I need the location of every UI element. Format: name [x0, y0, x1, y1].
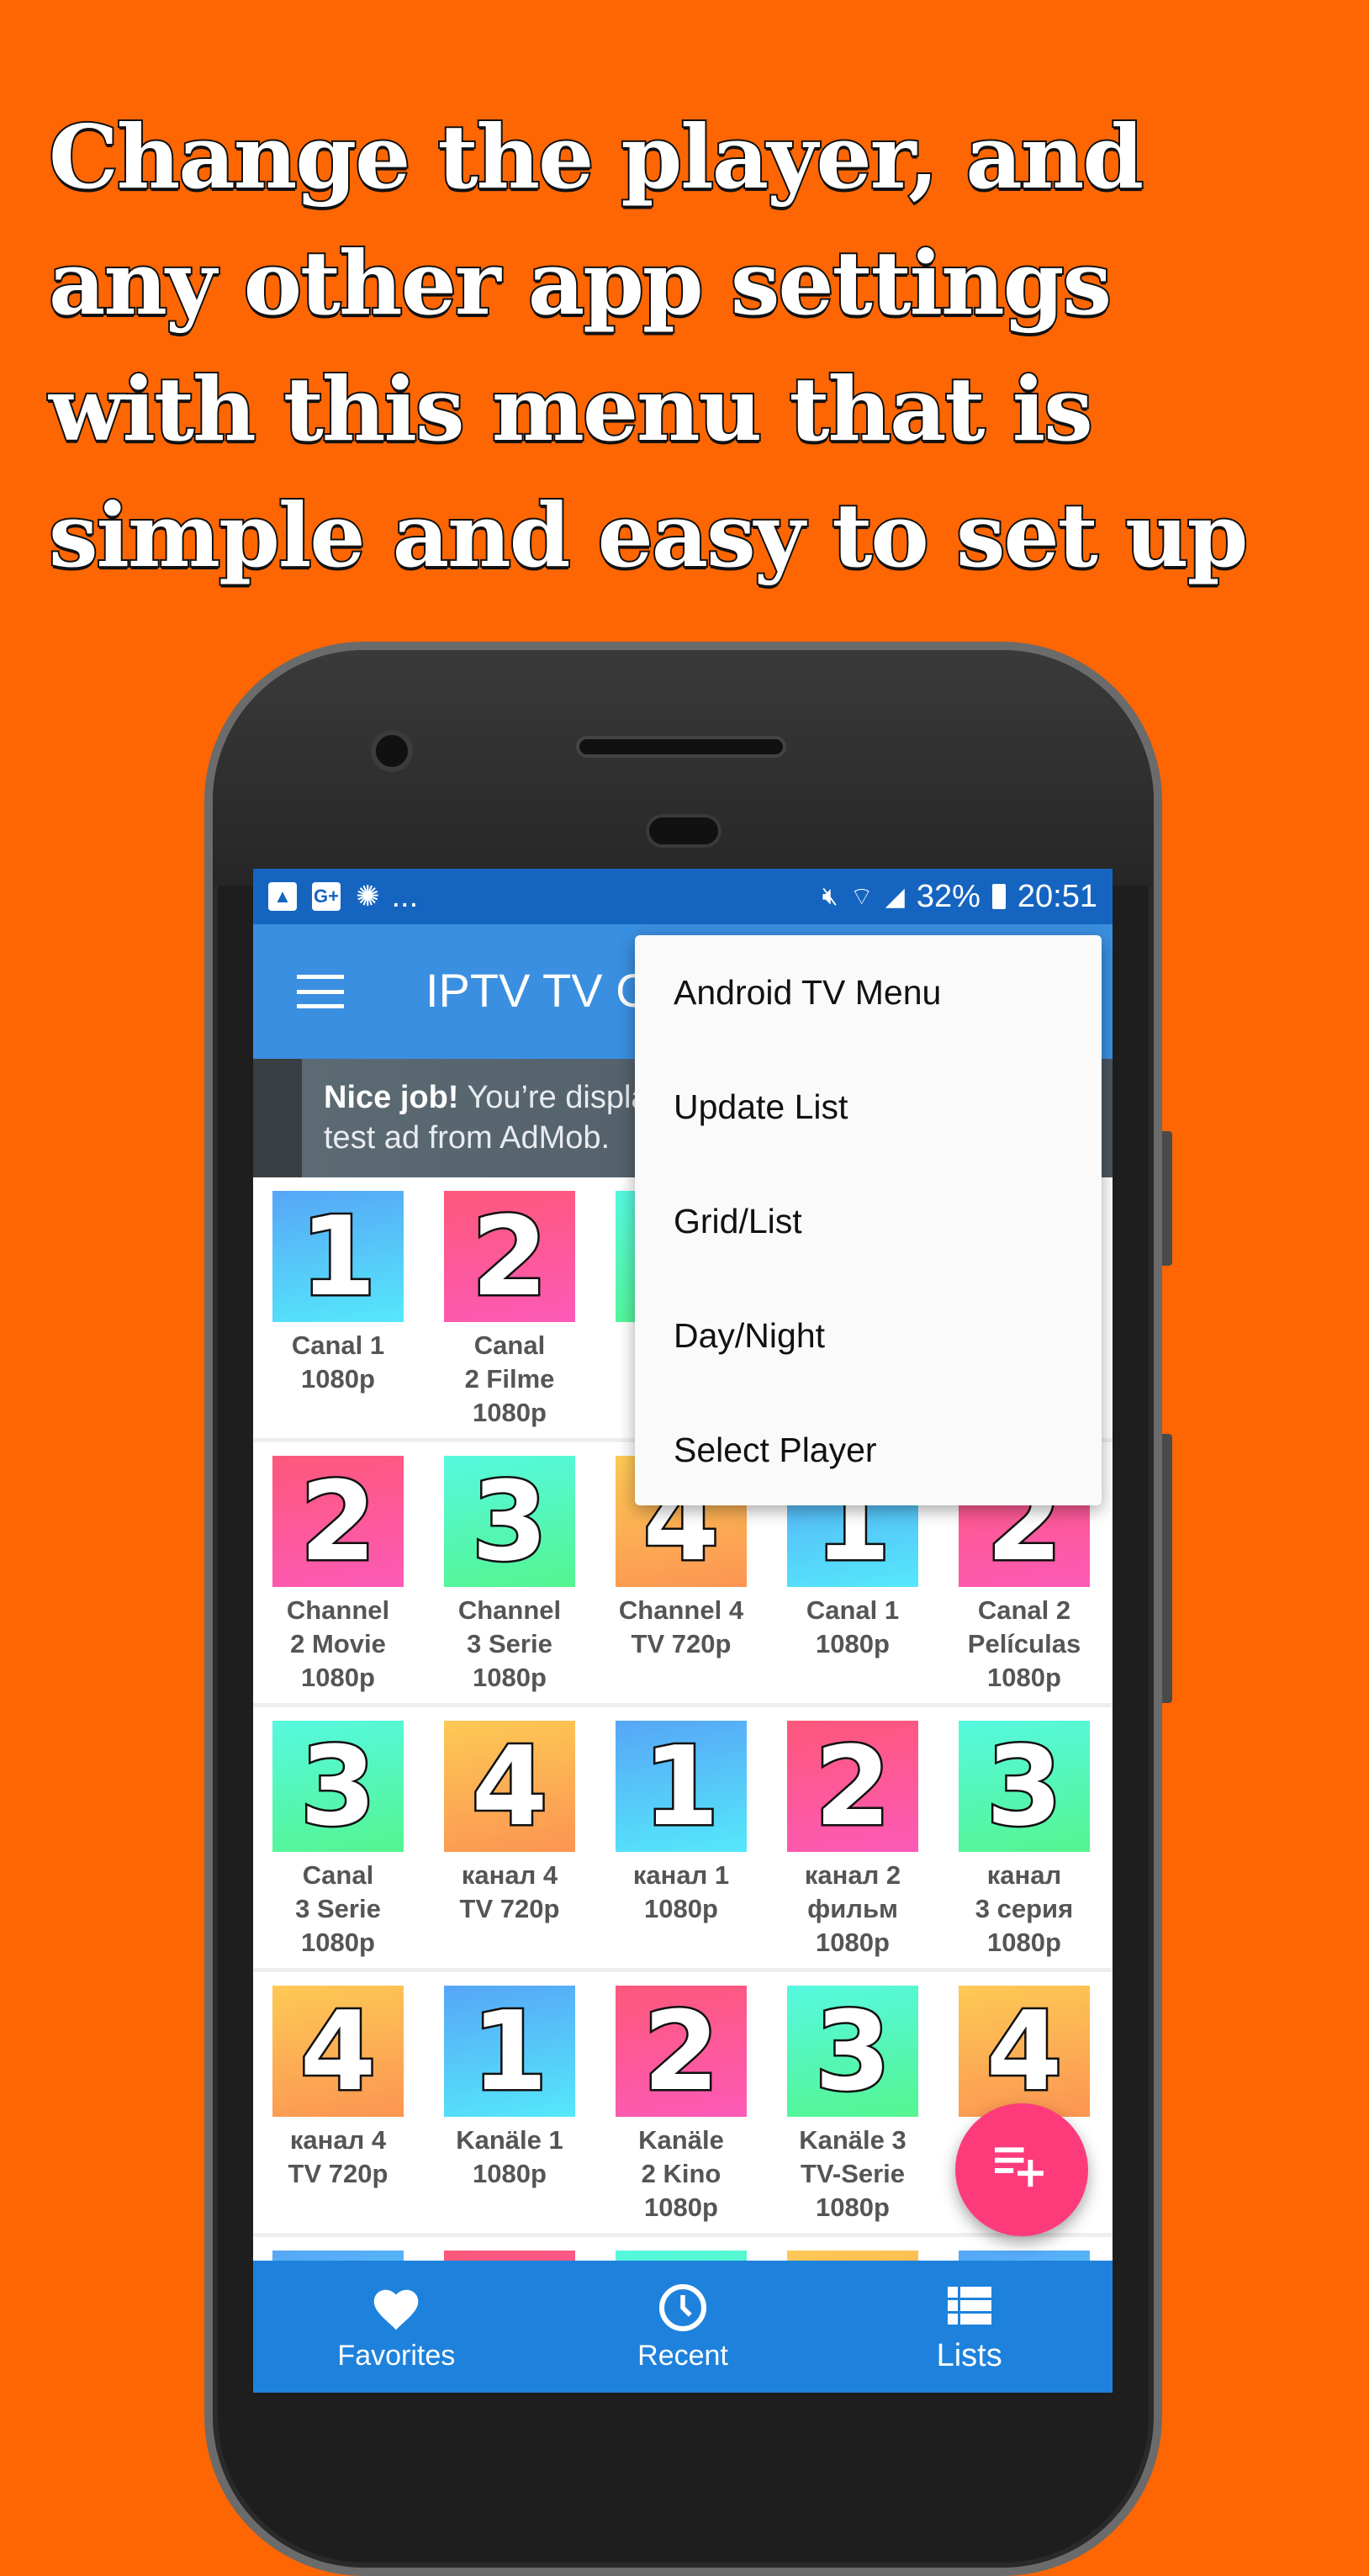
channel-thumbnail: 2 [616, 1986, 747, 2118]
menu-item-grid-list[interactable]: Grid/List [635, 1164, 1102, 1278]
image-icon: ▲ [268, 882, 297, 911]
google-plus-icon: G+ [312, 882, 341, 911]
hamburger-icon[interactable] [297, 975, 344, 1008]
playlist-add-icon [995, 2146, 1049, 2193]
channel-label: Canal 1 1080p [291, 1330, 385, 1394]
channel-thumbnail: 4 [272, 1986, 404, 2118]
channel-thumbnail: 2 [787, 1721, 918, 1853]
battery-charging-icon [991, 884, 1006, 909]
headline-line: any other app settings [47, 230, 1113, 336]
channel-item[interactable]: 4 канал 4 TV 720p [272, 1986, 404, 2191]
channel-item[interactable]: 2 Canal 2 Filme 1080p [444, 1191, 575, 1430]
sync-app-icon: ✺ [356, 881, 380, 912]
channel-thumbnail: 2 [444, 1191, 575, 1323]
list-icon [947, 2279, 991, 2333]
channel-label: Kanäle 1 1080p [456, 2125, 563, 2188]
phone-top-bezel [213, 650, 1154, 886]
channel-item[interactable]: 1 Kanäle 1 1080p [444, 1986, 575, 2191]
channel-thumbnail: 3 [272, 1721, 404, 1853]
headline-line: with this menu that is [47, 356, 1095, 463]
headline: Change the player, and any other app set… [47, 94, 1361, 599]
signal-icon: ◢ [885, 882, 905, 911]
menu-item-update-list[interactable]: Update List [635, 1050, 1102, 1164]
channel-label: Canal 3 Serie 1080p [295, 1860, 381, 1957]
channel-item[interactable]: 2 Channel 2 Movie 1080p [272, 1456, 404, 1695]
more-notifications: ... [391, 878, 419, 914]
status-bar: ▲ G+ ✺ ... 🔇︎ ⌔ ◢ 32% 20:51 [253, 869, 1113, 924]
add-playlist-fab[interactable] [955, 2103, 1088, 2236]
channel-item[interactable]: 2 канал 2 фильм 1080p [787, 1721, 918, 1960]
nav-favorites-label: Favorites [337, 2340, 456, 2372]
channel-thumbnail: 1 [272, 1191, 404, 1323]
channel-label: канал 1 1080p [632, 1860, 730, 1923]
app-title: IPTV TV C [426, 964, 650, 1017]
channel-label: Channel 3 Serie 1080p [457, 1595, 562, 1692]
channel-label: Canal 2 Películas 1080p [967, 1595, 1081, 1692]
menu-item-day-night[interactable]: Day/Night [635, 1278, 1102, 1393]
channel-thumbnail: 3 [959, 1721, 1090, 1853]
channel-label: канал 4 TV 720p [288, 2125, 388, 2188]
headline-line: simple and easy to set up [47, 482, 1250, 589]
channel-label: Kanäle 3 TV-Serie 1080p [799, 2125, 906, 2222]
bottom-navigation: Favorites Recent Lists [253, 2261, 1113, 2393]
channel-thumbnail: 1 [444, 1986, 575, 2118]
channel-label: Canal 2 Filme 1080p [464, 1330, 555, 1427]
channel-thumbnail: 4 [959, 1986, 1090, 2118]
nav-lists-label: Lists [936, 2338, 1002, 2373]
menu-item-select-player[interactable]: Select Player [635, 1393, 1102, 1507]
clock-time: 20:51 [1017, 878, 1097, 914]
channel-item[interactable]: 4 канал 4 TV 720p [444, 1721, 575, 1926]
channel-item[interactable]: 2 Kanäle 2 Kino 1080p [616, 1986, 747, 2224]
headline-line: Change the player, and [47, 103, 1145, 210]
channel-label: Channel 2 Movie 1080p [286, 1595, 390, 1692]
nav-favorites[interactable]: Favorites [253, 2261, 540, 2393]
channel-label: Canal 1 1080p [806, 1595, 900, 1658]
channel-label: Kanäle 2 Kino 1080p [638, 2125, 724, 2222]
channel-label: Channel 4 TV 720p [618, 1595, 744, 1658]
nav-lists[interactable]: Lists [826, 2261, 1113, 2393]
heart-icon [371, 2281, 421, 2335]
channel-label: канал 4 TV 720p [459, 1860, 560, 1923]
mute-icon: 🔇︎ [822, 882, 838, 910]
ad-bold-text: Nice job! [324, 1080, 459, 1115]
channel-thumbnail: 2 [272, 1456, 404, 1588]
channel-thumbnail: 1 [616, 1721, 747, 1853]
channel-label: канал 2 фильм 1080p [804, 1860, 901, 1957]
menu-item-android-tv-menu[interactable]: Android TV Menu [635, 935, 1102, 1050]
battery-percent: 32% [916, 878, 980, 914]
channel-thumbnail: 3 [787, 1986, 918, 2118]
channel-item[interactable]: 3 Kanäle 3 TV-Serie 1080p [787, 1986, 918, 2224]
channel-item[interactable]: 3 Canal 3 Serie 1080p [272, 1721, 404, 1960]
wifi-icon: ⌔ [849, 883, 874, 911]
grid-row: 3 Canal 3 Serie 1080p 4 канал 4 TV 720p 1 кан… [253, 1707, 1113, 1972]
channel-item[interactable]: 3 канал 3 серия 1080p [959, 1721, 1090, 1960]
nav-recent-label: Recent [637, 2340, 728, 2372]
proximity-sensor [646, 814, 722, 848]
channel-item[interactable]: 1 Canal 1 1080p [272, 1191, 404, 1396]
volume-button [1162, 1434, 1172, 1703]
overflow-menu: Android TV Menu Update List Grid/List Da… [635, 935, 1102, 1505]
front-camera [371, 730, 413, 772]
earpiece-speaker [576, 736, 786, 758]
nav-recent[interactable]: Recent [540, 2261, 827, 2393]
channel-item[interactable]: 3 Channel 3 Serie 1080p [444, 1456, 575, 1695]
channel-thumbnail: 4 [444, 1721, 575, 1853]
power-button [1162, 1131, 1172, 1266]
channel-item[interactable]: 1 канал 1 1080p [616, 1721, 747, 1926]
channel-label: канал 3 серия 1080p [975, 1860, 1074, 1957]
clock-icon [658, 2281, 708, 2335]
channel-thumbnail: 3 [444, 1456, 575, 1588]
ad-text-line1: You’re displa [467, 1080, 649, 1115]
